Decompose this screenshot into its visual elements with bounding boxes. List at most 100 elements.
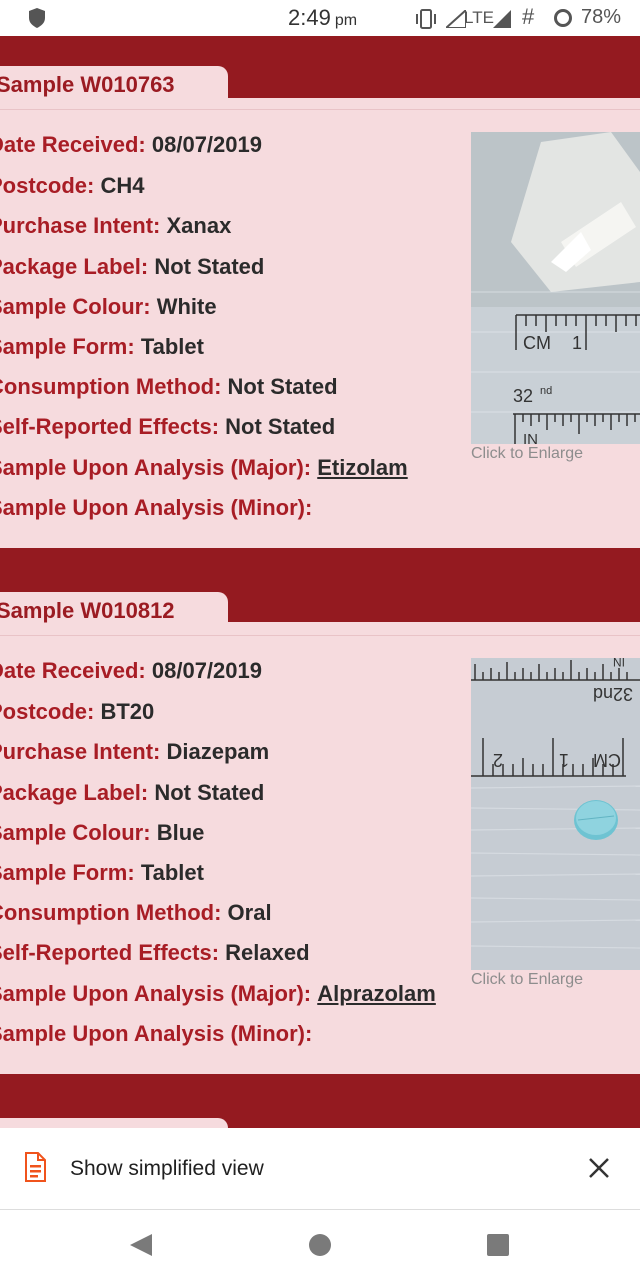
ruler-cm-label: CM	[593, 750, 621, 770]
field-value: Blue	[156, 820, 205, 845]
field-key: Sample Upon Analysis (Major):	[0, 455, 312, 480]
field-row: Consumption Method: Not Stated	[0, 374, 338, 400]
ruler-in-label: IN	[613, 658, 625, 669]
battery-ring-icon	[554, 9, 572, 27]
field-row: Package Label: Not Stated	[0, 254, 264, 280]
field-key: Sample Form:	[0, 334, 135, 359]
ruler-cm-label: CM	[523, 333, 551, 353]
recents-icon[interactable]	[483, 1230, 513, 1260]
sample-photo[interactable]: CM 1 32 nd IN	[471, 132, 640, 444]
document-icon	[25, 1152, 46, 1182]
ruler-2-label: 2	[493, 750, 503, 770]
field-value: Not Stated	[154, 254, 265, 279]
sample-title: Sample W010812	[0, 598, 175, 624]
field-row: Date Received: 08/07/2019	[0, 132, 262, 158]
simplified-view-banner[interactable]: Show simplified view	[0, 1128, 640, 1210]
vibrate-icon	[416, 9, 436, 29]
status-time-value: 2:49	[288, 5, 331, 30]
field-value: Not Stated	[227, 374, 338, 399]
hash-indicator: #	[522, 4, 535, 29]
field-value: 08/07/2019	[151, 132, 262, 157]
shield-icon	[29, 8, 45, 28]
sample-title: Sample W010763	[0, 72, 175, 98]
field-key: Date Received:	[0, 132, 146, 157]
field-row: Postcode: CH4	[0, 173, 145, 199]
ruler-in-label: IN	[523, 431, 538, 444]
field-row: Sample Upon Analysis (Major): Etizolam	[0, 455, 408, 481]
field-value: BT20	[100, 699, 155, 724]
field-row: Consumption Method: Oral	[0, 900, 272, 926]
ruler-nd-label: nd	[540, 385, 552, 397]
back-icon[interactable]	[126, 1230, 156, 1260]
signal-icon	[446, 10, 466, 28]
divider	[0, 635, 640, 636]
status-time-ampm: pm	[334, 12, 358, 29]
field-row: Sample Upon Analysis (Major): Alprazolam	[0, 981, 436, 1007]
analysis-link[interactable]: Etizolam	[317, 455, 407, 480]
ruler-1-label: 1	[572, 333, 582, 353]
field-value: Oral	[227, 900, 272, 925]
field-value: Diazepam	[166, 739, 270, 764]
field-row: Postcode: BT20	[0, 699, 154, 725]
analysis-link[interactable]: Alprazolam	[317, 981, 436, 1006]
click-to-enlarge-caption[interactable]: Click to Enlarge	[471, 971, 583, 989]
next-card-header-band	[0, 1074, 640, 1138]
field-row: Self-Reported Effects: Relaxed	[0, 940, 310, 966]
field-key: Sample Form:	[0, 860, 135, 885]
field-key: Sample Upon Analysis (Minor):	[0, 1021, 313, 1046]
field-value: Relaxed	[225, 940, 310, 965]
click-to-enlarge-caption[interactable]: Click to Enlarge	[471, 445, 583, 463]
field-row: Purchase Intent: Xanax	[0, 213, 231, 239]
sample-title-text: Sample W010763	[0, 72, 175, 97]
field-key: Date Received:	[0, 658, 146, 683]
field-key: Sample Colour:	[0, 820, 151, 845]
field-key: Sample Colour:	[0, 294, 151, 319]
field-key: Self-Reported Effects:	[0, 414, 220, 439]
field-key: Sample Upon Analysis (Major):	[0, 981, 312, 1006]
home-icon[interactable]	[305, 1230, 335, 1260]
field-key: Postcode:	[0, 699, 95, 724]
battery-percent: 78%	[581, 6, 622, 28]
field-key: Self-Reported Effects:	[0, 940, 220, 965]
field-value: Tablet	[140, 860, 204, 885]
ruler-1-label: 1	[559, 750, 569, 770]
field-row: Sample Colour: Blue	[0, 820, 204, 846]
field-row: Sample Upon Analysis (Minor):	[0, 495, 312, 521]
navigation-bar	[0, 1210, 640, 1280]
field-value: White	[156, 294, 217, 319]
field-row: Sample Form: Tablet	[0, 860, 204, 886]
sample-photo[interactable]: IN 32nd CM 1 2	[471, 658, 640, 970]
field-key: Purchase Intent:	[0, 213, 161, 238]
field-key: Package Label:	[0, 254, 149, 279]
field-value: Xanax	[166, 213, 232, 238]
divider	[0, 109, 640, 110]
status-time: 2:49 pm	[288, 5, 357, 31]
field-key: Postcode:	[0, 173, 95, 198]
sample-card-2: Sample W010812 Date Received: 08/07/2019…	[0, 548, 640, 1074]
simplified-view-text[interactable]: Show simplified view	[70, 1157, 264, 1181]
field-row: Sample Upon Analysis (Minor):	[0, 1021, 312, 1047]
field-key: Sample Upon Analysis (Minor):	[0, 495, 313, 520]
network-type: LTE	[464, 8, 494, 27]
field-row: Purchase Intent: Diazepam	[0, 739, 269, 765]
sample-card-1: Sample W010763 Date Received: 08/07/2019…	[0, 36, 640, 548]
status-bar: 2:49 pm LTE # 78%	[0, 0, 640, 36]
field-key: Consumption Method:	[0, 374, 222, 399]
field-row: Date Received: 08/07/2019	[0, 658, 262, 684]
field-value: Not Stated	[154, 780, 265, 805]
ruler-32-label: 32	[513, 386, 533, 406]
field-value: Not Stated	[225, 414, 336, 439]
sample-title-text: Sample W010812	[0, 598, 175, 623]
field-row: Sample Form: Tablet	[0, 334, 204, 360]
close-icon[interactable]	[586, 1155, 612, 1181]
field-row: Sample Colour: White	[0, 294, 217, 320]
field-value: Tablet	[140, 334, 204, 359]
field-row: Package Label: Not Stated	[0, 780, 264, 806]
field-key: Purchase Intent:	[0, 739, 161, 764]
field-row: Self-Reported Effects: Not Stated	[0, 414, 335, 440]
ruler-32-label: 32nd	[593, 684, 633, 704]
field-value: 08/07/2019	[151, 658, 262, 683]
signal-strength-icon	[493, 10, 511, 28]
field-key: Package Label:	[0, 780, 149, 805]
field-value: CH4	[100, 173, 145, 198]
